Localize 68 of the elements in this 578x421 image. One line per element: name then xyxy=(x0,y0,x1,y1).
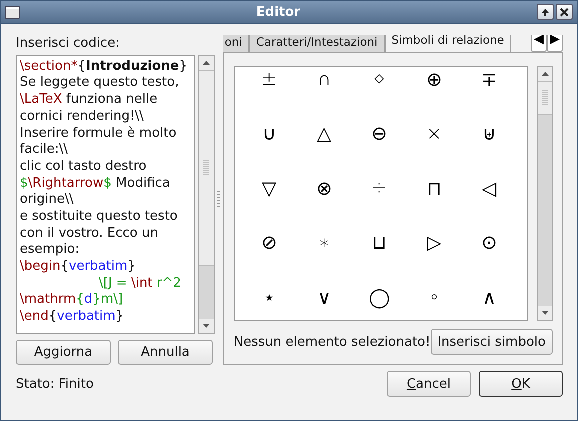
symbol-item[interactable]: × xyxy=(414,118,454,150)
code-line: \begin{verbatim} xyxy=(20,259,137,276)
tab[interactable]: Caratteri/Intestazioni xyxy=(249,35,385,52)
tab[interactable]: Simboli di relazione xyxy=(384,35,512,52)
symbol-item[interactable]: ⊘ xyxy=(249,226,290,258)
scroll-left-button[interactable]: ◀ xyxy=(531,35,547,52)
symbol-item[interactable]: ∗ xyxy=(304,226,344,258)
close-button[interactable] xyxy=(556,4,573,20)
update-button[interactable]: Aggiorna xyxy=(16,340,111,365)
code-line: esempio: xyxy=(20,242,81,260)
selection-message: Nessun elemento selezionato! xyxy=(234,334,431,350)
code-line: \[J = \int r^2 xyxy=(98,276,182,292)
symbol-item[interactable]: ◯ xyxy=(359,281,400,313)
symbol-item[interactable]: ⊔ xyxy=(359,226,400,258)
tab[interactable]: oni xyxy=(222,35,250,52)
symbol-item[interactable]: ⊖ xyxy=(359,118,400,150)
window-icon xyxy=(5,6,20,18)
symbol-item[interactable]: ▽ xyxy=(249,172,290,204)
code-line: \LaTeX funziona nelle xyxy=(20,92,159,109)
close-icon xyxy=(560,8,569,16)
scroll-right-button[interactable]: ▶ xyxy=(547,35,563,52)
symbol-item[interactable]: ∩ xyxy=(304,67,344,95)
symbol-item[interactable]: ⊓ xyxy=(414,172,454,204)
symbol-item[interactable]: ∪ xyxy=(249,118,290,150)
window-title: Editor xyxy=(255,4,302,20)
symbol-item[interactable]: ⊙ xyxy=(469,226,510,258)
symbol-item[interactable]: ± xyxy=(249,67,290,95)
symbol-item[interactable]: ÷ xyxy=(359,172,400,204)
code-line: $\Rightarrow$ Modifica xyxy=(20,176,172,192)
code-line: \section*{Introduzione} xyxy=(20,58,188,76)
symbol-item[interactable]: ∓ xyxy=(469,67,510,95)
symbol-item[interactable]: ◁ xyxy=(469,172,510,204)
symbol-item[interactable]: ⊎ xyxy=(469,118,510,150)
scrollbar[interactable] xyxy=(198,54,215,334)
symbol-item[interactable]: ⋄ xyxy=(359,67,400,95)
code-line: \end{verbatim} xyxy=(20,309,126,326)
code-line: facile:\\ xyxy=(20,142,70,159)
symbol-item[interactable]: △ xyxy=(304,118,344,150)
scroll-up-icon[interactable] xyxy=(542,72,548,76)
symbol-item[interactable]: ⊗ xyxy=(304,172,344,204)
symbol-item[interactable]: ⋆ xyxy=(249,281,290,313)
code-line: cornici rendering!\\ xyxy=(20,108,145,126)
symbol-item[interactable]: ▷ xyxy=(414,226,454,258)
insert-symbol-button[interactable]: Inserisci simbolo xyxy=(430,329,553,355)
code-line: e sostituite questo testo xyxy=(20,208,179,226)
symbol-item[interactable]: ∘ xyxy=(414,281,454,313)
code-line: \mathrm{d}m\] xyxy=(20,292,124,310)
code-line: clic col tasto destro xyxy=(20,158,148,176)
up-arrow-icon xyxy=(541,8,550,16)
splitter-handle[interactable] xyxy=(217,191,220,209)
code-line: Se leggete questo testo, xyxy=(20,75,180,92)
cancel-button[interactable]: Annulla xyxy=(118,340,213,365)
status-text: Stato: Finito xyxy=(16,376,94,392)
scroll-down-icon[interactable] xyxy=(202,324,210,328)
code-line: Inserire formule è molto xyxy=(20,126,178,142)
code-line: con il vostro. Ecco un xyxy=(20,226,160,242)
code-label: Inserisci codice: xyxy=(15,35,121,53)
maximize-button[interactable] xyxy=(537,4,554,20)
scroll-down-icon[interactable] xyxy=(542,311,548,315)
cancel-button[interactable]: Cancel xyxy=(387,371,471,397)
code-editor[interactable] xyxy=(16,54,195,334)
code-line: origine\\ xyxy=(20,192,75,209)
ok-button[interactable]: OK xyxy=(479,371,563,397)
scrollbar[interactable] xyxy=(537,66,553,321)
symbol-item[interactable]: ∧ xyxy=(469,281,510,313)
symbol-item[interactable]: ⊕ xyxy=(414,67,454,95)
symbol-item[interactable]: ∨ xyxy=(304,281,344,313)
scroll-up-icon[interactable] xyxy=(202,60,210,65)
